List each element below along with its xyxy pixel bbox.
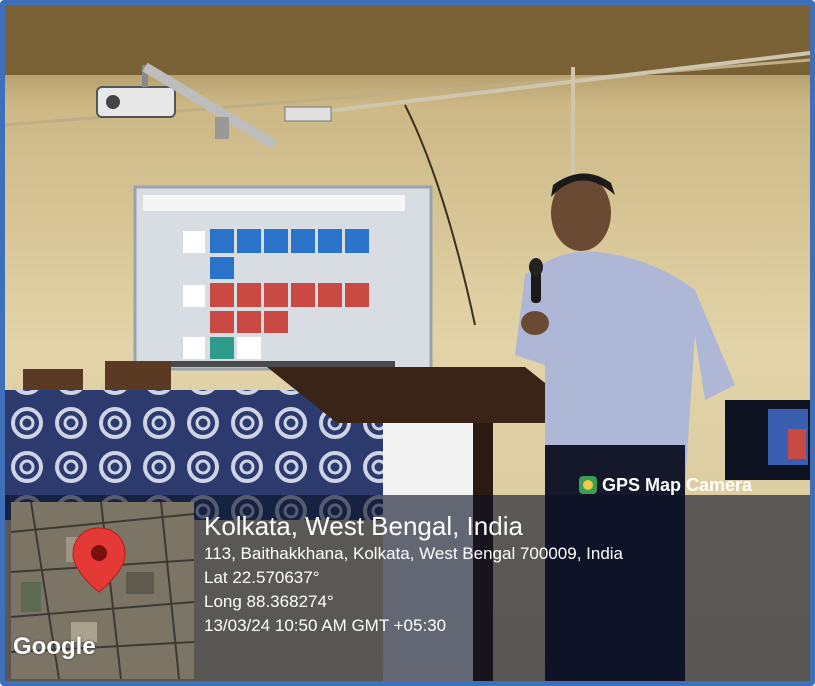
timestamp: 13/03/24 10:50 AM GMT +05:30 — [204, 616, 447, 635]
address: 113, Baithakkhana, Kolkata, West Bengal … — [204, 544, 623, 563]
projected-screen — [133, 185, 433, 371]
gps-map-camera-label: GPS Map Camera — [579, 474, 752, 496]
location-title: Kolkata, West Bengal, India — [204, 511, 523, 541]
latitude: Lat 22.570637° — [204, 568, 320, 587]
google-logo: Google — [13, 633, 96, 660]
ceiling — [5, 5, 810, 75]
brand-text: GPS Map Camera — [602, 474, 753, 495]
monitor — [725, 400, 810, 480]
photo-frame: Google GPS Map Camera Kolkata, West Beng… — [0, 0, 815, 686]
gps-map-camera-icon — [579, 476, 597, 494]
longitude: Long 88.368274° — [204, 592, 334, 611]
location-info: Kolkata, West Bengal, India 113, Baithak… — [204, 510, 623, 638]
